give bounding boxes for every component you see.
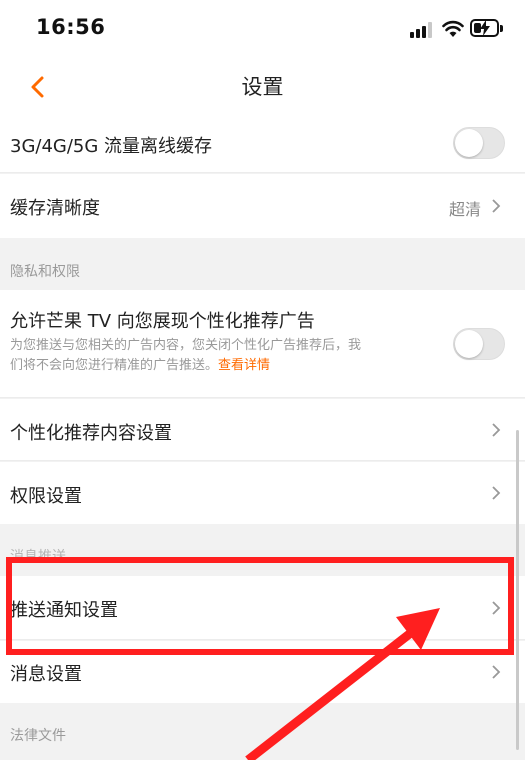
- personalized-ads-label: 允许芒果 TV 向您展现个性化推荐广告: [10, 311, 315, 332]
- page-title: 设置: [241, 75, 284, 99]
- personalized-ads-row: 允许芒果 TV 向您展现个性化推荐广告 为您推送与您相关的广告内容，您关闭个性化…: [0, 290, 525, 398]
- section-header-privacy: 隐私和权限: [0, 238, 525, 290]
- section-header-legal: 法律文件: [0, 703, 525, 760]
- nav-bar: 设置: [0, 58, 525, 115]
- wifi-icon: [442, 20, 464, 37]
- ads-description-line2: 们将不会向您进行精准的广告推送。: [10, 358, 219, 373]
- offline-cache-row: 3G/4G/5G 流量离线缓存: [0, 115, 525, 173]
- battery-charging-icon: [470, 19, 503, 37]
- personalized-ads-description: 为您推送与您相关的广告内容，您关闭个性化广告推荐后，我 们将不会向您进行精准的广…: [10, 336, 430, 376]
- personalized-ads-toggle[interactable]: [453, 328, 505, 360]
- chevron-right-icon: [492, 423, 501, 437]
- cache-quality-row[interactable]: 缓存清晰度 超清: [0, 174, 525, 238]
- permissions-label: 权限设置: [10, 486, 82, 507]
- personalized-content-label: 个性化推荐内容设置: [10, 423, 172, 444]
- section-privacy-label: 隐私和权限: [10, 264, 80, 280]
- scroll-indicator: [516, 430, 519, 750]
- chevron-right-icon: [492, 199, 501, 213]
- offline-cache-label: 3G/4G/5G 流量离线缓存: [10, 136, 213, 157]
- chevron-right-icon: [492, 665, 501, 679]
- section-legal-label: 法律文件: [10, 728, 66, 744]
- offline-cache-toggle[interactable]: [453, 127, 505, 159]
- view-details-link[interactable]: 查看详情: [218, 358, 270, 373]
- status-bar: 16:56: [0, 0, 525, 58]
- status-time: 16:56: [36, 15, 106, 39]
- message-settings-label: 消息设置: [10, 664, 82, 685]
- permissions-row[interactable]: 权限设置: [0, 462, 525, 524]
- chevron-right-icon: [492, 486, 501, 500]
- cache-quality-value: 超清: [448, 200, 481, 219]
- personalized-content-row[interactable]: 个性化推荐内容设置: [0, 399, 525, 461]
- highlight-box: [6, 557, 514, 655]
- ads-description-line1: 为您推送与您相关的广告内容，您关闭个性化广告推荐后，我: [10, 338, 362, 353]
- cache-quality-label: 缓存清晰度: [10, 198, 100, 219]
- cellular-signal-icon: [410, 22, 434, 38]
